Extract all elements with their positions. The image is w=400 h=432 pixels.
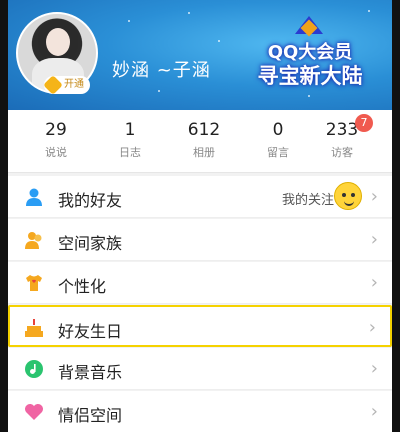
- stats-bar: 29 说说 1 日志 612 相册 0 留言 233 访客: [8, 110, 392, 173]
- stat-label: 说说: [45, 146, 67, 159]
- chevron-right-icon: ›: [370, 401, 378, 422]
- vip-open-badge[interactable]: 开通: [43, 75, 90, 95]
- stat-messages[interactable]: 0 留言: [248, 120, 308, 160]
- music-icon: [25, 360, 43, 378]
- menu-item-space-family[interactable]: 空间家族 ›: [8, 219, 392, 261]
- phone-screen: 开通 妙涵 ~子涵 QQ大会员 寻宝新大陆 29 说说 1 日志 612 相册 …: [8, 0, 392, 432]
- mascot-icon: [334, 182, 362, 210]
- stat-label: 留言: [267, 146, 289, 159]
- friend-icon: [26, 188, 42, 206]
- menu-item-personalize[interactable]: 个性化 ›: [8, 262, 392, 304]
- cake-icon: [25, 319, 43, 337]
- menu-item-friend-birthday[interactable]: 好友生日 ›: [8, 305, 392, 347]
- stat-shuoshuo[interactable]: 29 说说: [26, 120, 86, 160]
- visitor-count-badge: 7: [355, 114, 373, 132]
- menu-item-background-music[interactable]: 背景音乐 ›: [8, 348, 392, 390]
- vip-badge-label: 开通: [64, 79, 84, 90]
- stat-album[interactable]: 612 相册: [174, 120, 234, 160]
- profile-banner[interactable]: 开通 妙涵 ~子涵 QQ大会员 寻宝新大陆: [8, 0, 392, 110]
- menu-item-label: 个性化: [58, 277, 107, 296]
- stat-value: 1: [124, 120, 136, 140]
- menu-item-label: 背景音乐: [58, 363, 123, 382]
- stat-value: 612: [187, 120, 221, 140]
- heart-icon: [25, 404, 43, 420]
- stat-label: 相册: [193, 146, 215, 159]
- chevron-right-icon: ›: [368, 317, 376, 338]
- profile-nickname: 妙涵 ~子涵: [112, 60, 211, 81]
- menu-item-label: 情侣空间: [58, 406, 123, 425]
- tshirt-icon: [26, 275, 42, 291]
- menu-item-label: 好友生日: [58, 322, 123, 341]
- chevron-right-icon: ›: [370, 229, 378, 250]
- chevron-right-icon: ›: [370, 272, 378, 293]
- menu-item-my-friends[interactable]: 我的好友 我的关注 ›: [8, 176, 392, 218]
- stat-label: 访客: [331, 146, 353, 159]
- stat-label: 日志: [119, 146, 141, 159]
- promo-subtitle: 寻宝新大陆: [257, 64, 363, 88]
- menu-item-label: 空间家族: [58, 234, 123, 253]
- stat-value: 0: [272, 120, 284, 140]
- stat-blog[interactable]: 1 日志: [100, 120, 160, 160]
- my-follows-link[interactable]: 我的关注: [282, 189, 334, 208]
- menu-item-label: 我的好友: [58, 191, 123, 210]
- chevron-right-icon: ›: [370, 186, 378, 207]
- menu-item-couple-space[interactable]: 情侣空间 ›: [8, 391, 392, 432]
- chevron-right-icon: ›: [370, 358, 378, 379]
- stat-value: 29: [45, 120, 67, 140]
- family-icon: [25, 232, 42, 249]
- vip-promo-banner[interactable]: QQ大会员 寻宝新大陆: [240, 16, 380, 88]
